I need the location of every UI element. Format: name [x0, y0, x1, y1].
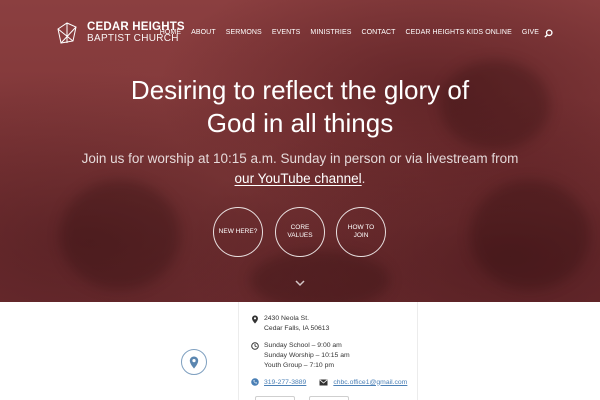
phone-icon: [251, 378, 259, 386]
main-nav: HOME ABOUT SERMONS EVENTS MINISTRIES CON…: [155, 29, 544, 36]
search-icon[interactable]: [544, 29, 553, 38]
nav-events[interactable]: EVENTS: [267, 29, 306, 36]
headline-line-2: God in all things: [206, 108, 394, 138]
chevron-down-icon[interactable]: [294, 279, 306, 287]
subheading-text: Join us for worship at 10:15 a.m. Sunday…: [81, 151, 519, 166]
address-line-2: Cedar Falls, IA 50613: [264, 325, 330, 332]
background-photo-shape: [470, 180, 590, 290]
directions-button[interactable]: [255, 396, 295, 400]
church-logo-icon: [57, 22, 77, 44]
hero-section: CEDAR HEIGHTS BAPTIST CHURCH HOME ABOUT …: [0, 0, 600, 302]
email-link[interactable]: chbc.office1@gmail.com: [333, 379, 407, 386]
contact-links: 319-277-3889 chbc.office1@gmail.com: [251, 378, 407, 386]
background-photo-shape: [250, 250, 390, 302]
nav-kids-online[interactable]: CEDAR HEIGHTS KIDS ONLINE: [401, 29, 517, 36]
envelope-icon: [319, 378, 328, 385]
subheading-end: .: [361, 171, 366, 186]
clock-icon: [251, 342, 259, 350]
hero-subheading: Join us for worship at 10:15 a.m. Sunday…: [0, 149, 600, 189]
nav-contact[interactable]: CONTACT: [356, 29, 400, 36]
phone-link[interactable]: 319-277-3889: [264, 379, 306, 386]
nav-give[interactable]: GIVE: [517, 29, 544, 36]
nav-about[interactable]: ABOUT: [186, 29, 221, 36]
nav-ministries[interactable]: MINISTRIES: [305, 29, 356, 36]
map-pin-button[interactable]: [181, 349, 207, 375]
contact-button[interactable]: [309, 396, 349, 400]
address-block: 2430 Neola St. Cedar Falls, IA 50613: [251, 314, 329, 334]
address-line-1: 2430 Neola St.: [264, 315, 309, 322]
schedule-item: Sunday Worship – 10:15 am: [264, 352, 350, 359]
nav-sermons[interactable]: SERMONS: [221, 29, 267, 36]
youtube-channel-link[interactable]: our YouTube channel: [235, 171, 362, 186]
hero-headline: Desiring to reflect the glory of God in …: [0, 74, 600, 140]
headline-line-1: Desiring to reflect the glory of: [130, 75, 470, 105]
schedule-item: Youth Group – 7:10 pm: [264, 362, 335, 369]
location-pin-icon: [189, 356, 199, 368]
map-marker-icon: [252, 315, 258, 324]
how-to-join-button[interactable]: HOW TO JOIN: [336, 207, 386, 257]
background-photo-shape: [60, 180, 180, 290]
new-here-button[interactable]: NEW HERE?: [213, 207, 263, 257]
schedule-item: Sunday School – 9:00 am: [264, 342, 342, 349]
schedule-block: Sunday School – 9:00 am Sunday Worship –…: [251, 341, 350, 371]
core-values-button[interactable]: CORE VALUES: [275, 207, 325, 257]
nav-home[interactable]: HOME: [155, 29, 186, 36]
